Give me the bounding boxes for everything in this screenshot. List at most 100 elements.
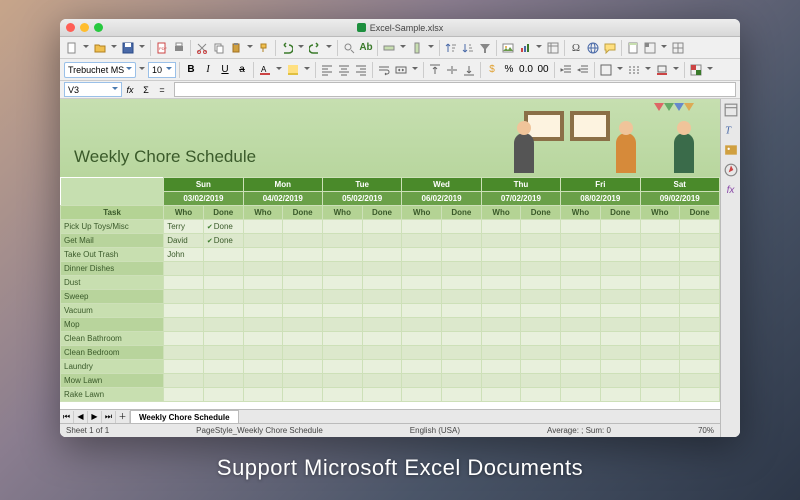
spreadsheet-grid[interactable]: Weekly Chore Schedule: [60, 99, 720, 409]
who-cell[interactable]: [164, 374, 204, 388]
done-cell[interactable]: [521, 262, 561, 276]
strikethrough-button[interactable]: a: [234, 62, 250, 78]
autofilter-button[interactable]: [477, 40, 493, 56]
find-button[interactable]: [341, 40, 357, 56]
freeze-button[interactable]: [642, 40, 658, 56]
sidebar-styles-button[interactable]: T: [724, 123, 738, 137]
done-cell[interactable]: [521, 290, 561, 304]
currency-button[interactable]: $: [484, 62, 500, 78]
task-name-cell[interactable]: Dust: [61, 276, 164, 290]
done-cell[interactable]: [283, 276, 323, 290]
done-cell[interactable]: [203, 276, 243, 290]
done-cell[interactable]: [203, 248, 243, 262]
who-cell[interactable]: [561, 318, 601, 332]
task-name-cell[interactable]: Laundry: [61, 360, 164, 374]
cut-button[interactable]: [194, 40, 210, 56]
task-name-cell[interactable]: Mow Lawn: [61, 374, 164, 388]
done-cell[interactable]: [362, 332, 402, 346]
who-cell[interactable]: [640, 388, 680, 402]
done-cell[interactable]: [442, 234, 482, 248]
paste-dropdown[interactable]: [245, 40, 255, 56]
done-cell[interactable]: [600, 304, 640, 318]
done-cell[interactable]: [600, 360, 640, 374]
tab-next-button[interactable]: ▶: [88, 411, 102, 423]
done-cell[interactable]: [680, 332, 720, 346]
done-cell[interactable]: [283, 290, 323, 304]
conditional-dropdown[interactable]: [705, 62, 715, 78]
who-cell[interactable]: [481, 234, 521, 248]
align-right-button[interactable]: [353, 62, 369, 78]
done-cell[interactable]: [362, 374, 402, 388]
who-cell[interactable]: [640, 332, 680, 346]
clone-format-button[interactable]: [256, 40, 272, 56]
align-middle-button[interactable]: [444, 62, 460, 78]
done-cell[interactable]: [521, 248, 561, 262]
borders-button[interactable]: [598, 62, 614, 78]
done-cell[interactable]: [442, 332, 482, 346]
task-name-cell[interactable]: Take Out Trash: [61, 248, 164, 262]
percent-button[interactable]: %: [501, 62, 517, 78]
function-wizard-button[interactable]: fx: [122, 82, 138, 97]
who-cell[interactable]: [164, 332, 204, 346]
done-cell[interactable]: [600, 318, 640, 332]
done-cell[interactable]: [283, 304, 323, 318]
print-button[interactable]: [171, 40, 187, 56]
done-cell[interactable]: [203, 318, 243, 332]
done-cell[interactable]: [362, 318, 402, 332]
done-cell[interactable]: [203, 332, 243, 346]
who-cell[interactable]: [481, 262, 521, 276]
row-dropdown[interactable]: [398, 40, 408, 56]
done-cell[interactable]: [442, 374, 482, 388]
who-cell[interactable]: [243, 332, 283, 346]
sort-asc-button[interactable]: [443, 40, 459, 56]
open-button[interactable]: [92, 40, 108, 56]
border-color-dropdown[interactable]: [671, 62, 681, 78]
task-name-cell[interactable]: Dinner Dishes: [61, 262, 164, 276]
save-dropdown[interactable]: [137, 40, 147, 56]
spellcheck-button[interactable]: Ab: [358, 40, 374, 56]
who-cell[interactable]: [481, 346, 521, 360]
task-name-cell[interactable]: Get Mail: [61, 234, 164, 248]
border-style-button[interactable]: [626, 62, 642, 78]
done-cell[interactable]: [600, 290, 640, 304]
done-cell[interactable]: [362, 262, 402, 276]
who-cell[interactable]: [640, 374, 680, 388]
done-cell[interactable]: [362, 360, 402, 374]
who-cell[interactable]: [481, 332, 521, 346]
chart-button[interactable]: [517, 40, 533, 56]
font-color-button[interactable]: A: [257, 62, 273, 78]
who-cell[interactable]: [561, 332, 601, 346]
highlight-dropdown[interactable]: [302, 62, 312, 78]
who-cell[interactable]: [402, 290, 442, 304]
done-cell[interactable]: [442, 290, 482, 304]
who-cell[interactable]: John: [164, 248, 204, 262]
new-doc-dropdown[interactable]: [81, 40, 91, 56]
undo-dropdown[interactable]: [296, 40, 306, 56]
who-cell[interactable]: [481, 374, 521, 388]
who-cell[interactable]: [561, 374, 601, 388]
done-cell[interactable]: [521, 220, 561, 234]
font-name-input[interactable]: Trebuchet MS: [64, 62, 136, 78]
underline-button[interactable]: U: [217, 62, 233, 78]
task-name-cell[interactable]: Pick Up Toys/Misc: [61, 220, 164, 234]
who-cell[interactable]: David: [164, 234, 204, 248]
done-cell[interactable]: [600, 276, 640, 290]
done-cell[interactable]: [283, 248, 323, 262]
sidebar-navigator-button[interactable]: [724, 163, 738, 177]
done-cell[interactable]: [680, 360, 720, 374]
done-cell[interactable]: [521, 304, 561, 318]
align-center-button[interactable]: [336, 62, 352, 78]
who-cell[interactable]: [481, 290, 521, 304]
done-cell[interactable]: [680, 276, 720, 290]
special-char-button[interactable]: Ω: [568, 40, 584, 56]
who-cell[interactable]: [481, 388, 521, 402]
done-cell[interactable]: [442, 304, 482, 318]
merge-dropdown[interactable]: [410, 62, 420, 78]
who-cell[interactable]: [561, 262, 601, 276]
done-cell[interactable]: [442, 220, 482, 234]
who-cell[interactable]: [322, 346, 362, 360]
highlight-button[interactable]: [285, 62, 301, 78]
done-cell[interactable]: [283, 374, 323, 388]
who-cell[interactable]: [402, 360, 442, 374]
done-cell[interactable]: [600, 262, 640, 276]
